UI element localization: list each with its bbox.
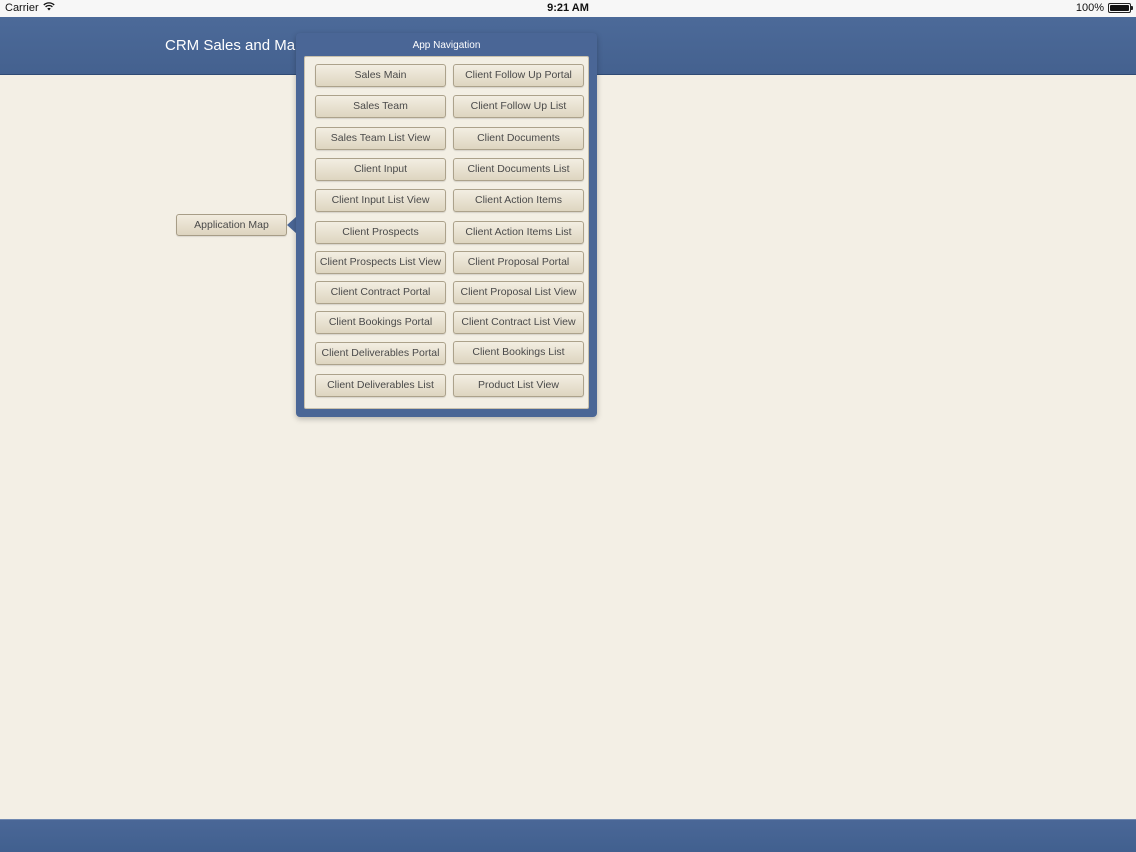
- application-map-button[interactable]: Application Map: [176, 214, 287, 236]
- nav-button-client-bookings-portal[interactable]: Client Bookings Portal: [315, 311, 446, 334]
- nav-button-client-action-items[interactable]: Client Action Items: [453, 189, 584, 212]
- nav-button-client-contract-list-view[interactable]: Client Contract List View: [453, 311, 584, 334]
- nav-button-sales-team[interactable]: Sales Team: [315, 95, 446, 118]
- nav-button-client-bookings-list[interactable]: Client Bookings List: [453, 341, 584, 364]
- popover-title: App Navigation: [412, 40, 481, 51]
- nav-button-client-contract-portal[interactable]: Client Contract Portal: [315, 281, 446, 304]
- nav-button-client-deliverables-portal[interactable]: Client Deliverables Portal: [315, 342, 446, 365]
- status-bar: Carrier 9:21 AM 100%: [0, 0, 1136, 17]
- status-time: 9:21 AM: [547, 2, 589, 14]
- nav-button-client-proposal-list-view[interactable]: Client Proposal List View: [453, 281, 584, 304]
- nav-button-client-proposal-portal[interactable]: Client Proposal Portal: [453, 251, 584, 274]
- nav-button-product-list-view[interactable]: Product List View: [453, 374, 584, 397]
- page-title: CRM Sales and Ma: [165, 37, 296, 54]
- app-navigation-popover: App Navigation Sales Main Sales Team Sal…: [296, 33, 597, 417]
- nav-button-sales-team-list-view[interactable]: Sales Team List View: [315, 127, 446, 150]
- nav-button-client-documents-list[interactable]: Client Documents List: [453, 158, 584, 181]
- nav-button-client-documents[interactable]: Client Documents: [453, 127, 584, 150]
- nav-button-client-input[interactable]: Client Input: [315, 158, 446, 181]
- nav-button-client-prospects-list-view[interactable]: Client Prospects List View: [315, 251, 446, 274]
- battery-icon: [1108, 3, 1133, 13]
- footer-bar: [0, 819, 1136, 852]
- nav-button-client-deliverables-list[interactable]: Client Deliverables List: [315, 374, 446, 397]
- nav-button-client-input-list-view[interactable]: Client Input List View: [315, 189, 446, 212]
- battery-percent: 100%: [1075, 2, 1104, 14]
- nav-button-sales-main[interactable]: Sales Main: [315, 64, 446, 87]
- popover-content: Sales Main Sales Team Sales Team List Vi…: [304, 56, 589, 409]
- nav-button-client-follow-up-portal[interactable]: Client Follow Up Portal: [453, 64, 584, 87]
- nav-button-client-follow-up-list[interactable]: Client Follow Up List: [453, 95, 584, 118]
- nav-button-client-action-items-list[interactable]: Client Action Items List: [453, 221, 584, 244]
- nav-button-client-prospects[interactable]: Client Prospects: [315, 221, 446, 244]
- status-right: 100%: [1075, 2, 1133, 14]
